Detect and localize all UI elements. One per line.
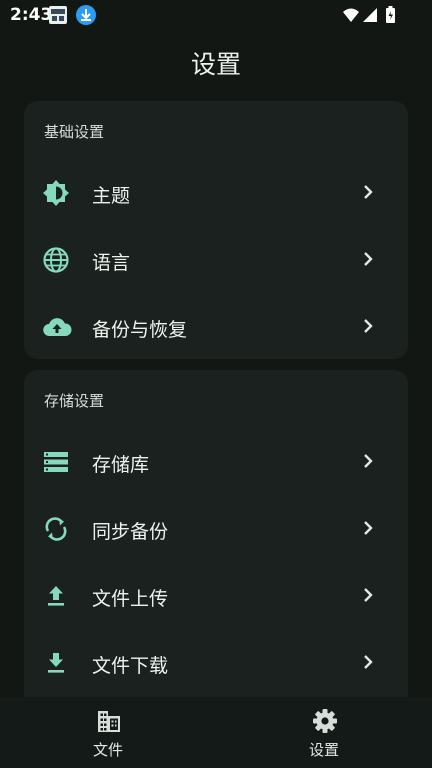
section-header-basic: 基础设置 [44,123,105,141]
status-time: 2:43 [10,5,53,25]
section-header-storage: 存储设置 [44,392,105,410]
battery-icon [386,6,395,23]
chevron-right-icon [362,250,374,268]
bottom-navigation: 文件 设置 [0,697,432,768]
settings-item-theme[interactable]: 主题 [24,159,408,226]
chevron-right-icon [362,317,374,335]
settings-item-label: 语言 [92,252,131,274]
nav-label: 设置 [308,741,339,759]
signal-icon [363,8,377,22]
chevron-right-icon [362,586,374,604]
chevron-right-icon [362,183,374,201]
status-bar: 2:43 [0,0,432,30]
settings-item-label: 文件上传 [92,588,169,610]
storage-settings-card: 存储设置 存储库 同步备份 文件上传 文件下载 [24,370,408,710]
settings-item-label: 同步备份 [92,521,169,543]
wifi-icon [343,8,359,22]
gear-icon [312,708,338,734]
settings-item-label: 文件下载 [92,655,169,677]
nav-item-settings[interactable]: 设置 [264,697,384,768]
download-icon [42,649,70,677]
page-title: 设置 [190,50,241,79]
settings-item-label: 备份与恢复 [92,319,188,341]
chevron-right-icon [362,653,374,671]
settings-item-label: 存储库 [92,454,150,476]
sync-icon [42,515,70,543]
chevron-right-icon [362,452,374,470]
settings-item-repository[interactable]: 存储库 [24,428,408,495]
download-notification-icon [76,5,96,25]
nav-item-files[interactable]: 文件 [48,697,168,768]
app-notification-icon [49,6,67,24]
basic-settings-card: 基础设置 主题 语言 备份与恢复 [24,101,408,359]
settings-item-sync-backup[interactable]: 同步备份 [24,495,408,562]
settings-item-file-download[interactable]: 文件下载 [24,629,408,696]
chevron-right-icon [362,519,374,537]
cloud-upload-icon [42,313,72,341]
settings-item-file-upload[interactable]: 文件上传 [24,562,408,629]
settings-item-backup-restore[interactable]: 备份与恢复 [24,293,408,360]
settings-item-language[interactable]: 语言 [24,226,408,293]
brightness-icon [42,179,70,207]
nav-label: 文件 [92,741,123,759]
system-icons [342,6,398,28]
globe-icon [42,246,70,274]
building-icon [96,708,122,734]
settings-item-label: 主题 [92,185,131,207]
storage-icon [42,448,70,476]
upload-icon [42,582,70,610]
